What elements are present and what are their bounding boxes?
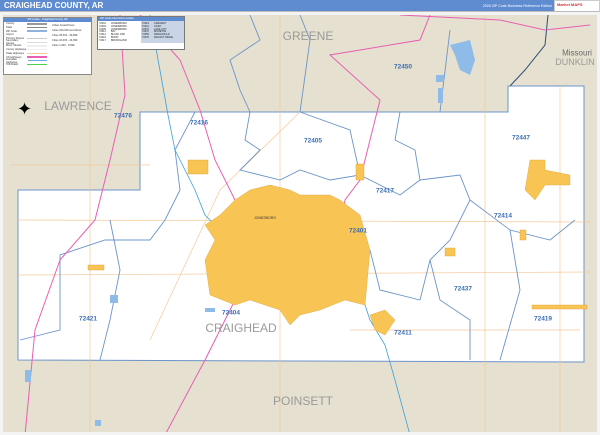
zip-city-cell: BROOKLAND	[111, 38, 127, 42]
map-canvas[interactable]: ✦ GREENE LAWRENCE CRAIGHEAD POINSETT Mis…	[0, 11, 600, 435]
legend-item-label: County	[6, 22, 15, 26]
zip-code-cell: 72417	[99, 38, 106, 42]
zip-label: 72416	[189, 119, 209, 127]
zip-label: 72404	[221, 309, 241, 317]
legend-swatch	[27, 52, 47, 55]
caraway-urban-area	[531, 304, 588, 310]
county-label-greene: GREENE	[282, 29, 334, 43]
zip-label: 72419	[533, 315, 553, 323]
zip-table-row: 72417 BROOKLAND	[99, 39, 140, 42]
legend-city-class: Urban Areas/Towns	[52, 24, 75, 27]
zip-label: 72450	[393, 63, 413, 71]
legend-swatch	[27, 59, 47, 62]
zip-label: 72401	[348, 227, 368, 235]
map-legend: ZIP Codes - Craighead County, AR County S…	[3, 17, 92, 75]
black-oak-urban-area	[519, 229, 527, 241]
zip-label: 72411	[394, 329, 412, 337]
edition-label: 2026 ZIP Code Business Reference Edition	[482, 4, 552, 8]
legend-swatch	[27, 26, 47, 29]
zip-index-table: ZIP Code Index/Grid Location 72401 JONESB…	[97, 16, 185, 50]
legend-swatch	[27, 37, 47, 40]
legend-item-label: State Highways	[6, 51, 25, 55]
legend-item-label: County Highways	[6, 48, 27, 52]
county-label-craighead: CRAIGHEAD	[205, 321, 277, 335]
county-label-lawrence: LAWRENCE	[44, 99, 112, 113]
legend-city-class: Cities 1,000 - 9,999	[52, 44, 75, 47]
zip-label: 72421	[78, 315, 98, 323]
brookland-urban-area	[355, 163, 365, 181]
zip-label: 72437	[453, 285, 473, 293]
publisher-logo: Market MAPS	[554, 0, 600, 12]
legend-swatch	[27, 41, 47, 44]
legend-swatch	[27, 34, 47, 36]
legend-city-class: Cities 25,000 - 99,999	[52, 34, 78, 37]
legend-swatch	[27, 56, 47, 58]
lake-city-urban-area	[444, 247, 456, 257]
legend-swatch	[27, 48, 47, 51]
zip-table-column: 72401 JONESBORO 72404 JONESBORO 72405 JONESBO…	[98, 21, 141, 43]
zip-table-column: 72419 CARAWAY 72421 CASH 72437 LAKE CITY 72447…	[141, 21, 184, 43]
title-bar: CRAIGHEAD COUNTY, AR 2026 ZIP Code Busin…	[0, 0, 600, 12]
county-label-dunklin: DUNKLIN	[555, 57, 595, 67]
legend-city-class: Cities 100,000 and Above	[52, 29, 82, 32]
bono-urban-area	[187, 159, 209, 175]
zip-label: 72447	[511, 134, 531, 142]
compass-rose-icon: ✦	[17, 99, 33, 119]
legend-swatch	[27, 45, 47, 47]
legend-item-label: Airport	[6, 33, 14, 37]
zip-label: 72414	[493, 212, 513, 220]
logo-text: Market MAPS	[557, 2, 583, 7]
zip-label: 72476	[113, 112, 133, 120]
zip-table-row: 72476 WALNUT RIDGE	[142, 36, 183, 39]
legend-swatch	[27, 63, 47, 66]
map-svg	[3, 15, 597, 432]
city-label-jonesboro: JONESBORO	[254, 216, 276, 220]
legend-swatch	[27, 30, 47, 32]
zip-label: 72417	[375, 187, 395, 195]
cash-urban-area	[87, 264, 105, 271]
zip-label: 72405	[303, 137, 323, 145]
county-label-poinsett: POINSETT	[272, 394, 334, 408]
legend-swatch	[27, 23, 47, 25]
legend-item-label: State	[6, 26, 13, 30]
zip-city-cell: WALNUT RIDGE	[154, 35, 174, 39]
map-title: CRAIGHEAD COUNTY, AR	[4, 1, 104, 10]
legend-item-label: Toll Roads	[6, 62, 19, 66]
legend-city-class: Cities 10,000 - 24,999	[52, 39, 78, 42]
zip-code-cell: 72476	[142, 35, 149, 39]
legend-item: Toll Roads	[4, 63, 91, 67]
